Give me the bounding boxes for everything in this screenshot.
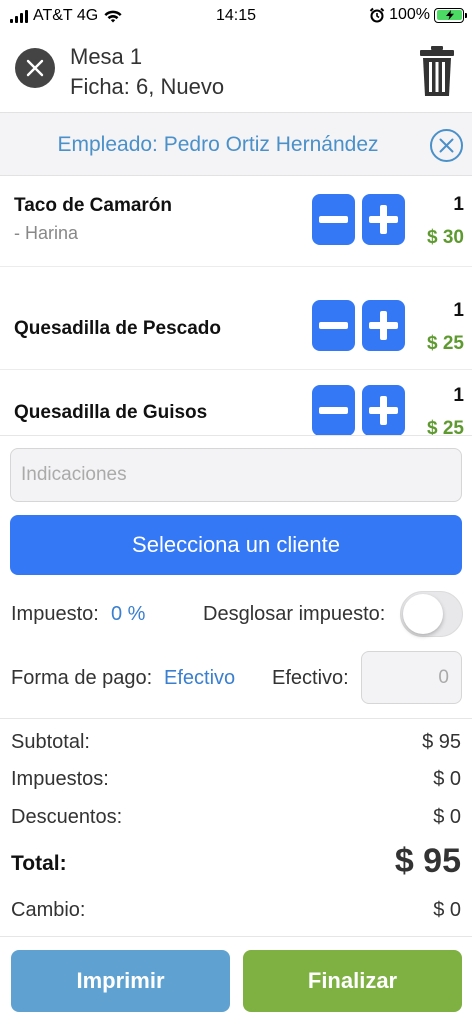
change-value: $ 0 <box>433 899 461 921</box>
discounts-value: $ 0 <box>433 806 461 828</box>
increase-quantity-button[interactable] <box>362 300 405 351</box>
decrease-quantity-button[interactable] <box>312 385 355 435</box>
tax-breakdown-label: Desglosar impuesto: <box>203 603 386 625</box>
tax-breakdown-toggle[interactable] <box>400 591 463 637</box>
notes-input[interactable] <box>10 448 462 502</box>
list-item[interactable]: Quesadilla de Pescado 1 $ 25 <box>0 280 472 370</box>
divider <box>0 718 472 719</box>
employee-label[interactable]: Empleado: Pedro Ortiz Hernández <box>0 133 472 157</box>
item-price: $ 30 <box>427 227 464 248</box>
item-name: Taco de Camarón <box>14 195 173 216</box>
battery-percent: 100% <box>389 6 430 23</box>
status-bar: AT&T 4G 14:15 100% <box>0 0 472 34</box>
tax-label: Impuesto: <box>11 603 99 625</box>
divider <box>0 435 472 436</box>
discounts-label: Descuentos: <box>11 806 123 828</box>
print-button[interactable]: Imprimir <box>11 950 230 1012</box>
taxes-label: Impuestos: <box>11 768 109 790</box>
payment-method-link[interactable]: Efectivo <box>164 667 235 690</box>
decrease-quantity-button[interactable] <box>312 300 355 351</box>
cash-amount-input[interactable] <box>361 651 462 704</box>
item-price: $ 25 <box>427 418 464 435</box>
change-label: Cambio: <box>11 899 86 921</box>
total-value: $ 95 <box>394 842 461 880</box>
item-name: Quesadilla de Pescado <box>14 318 221 339</box>
battery-level <box>436 10 462 20</box>
list-item[interactable]: Taco de Camarón - Harina 1 $ 30 <box>0 177 472 267</box>
total-label: Total: <box>11 852 67 875</box>
list-item[interactable]: Quesadilla de Guisos 1 $ 25 <box>0 365 472 435</box>
table-title: Mesa 1 <box>70 44 143 69</box>
battery-charging-icon <box>434 7 467 23</box>
subtotal-value: $ 95 <box>422 731 461 753</box>
toggle-knob <box>403 594 443 634</box>
close-order-button[interactable] <box>15 48 55 88</box>
increase-quantity-button[interactable] <box>362 194 405 245</box>
select-client-button[interactable]: Selecciona un cliente <box>10 515 462 575</box>
close-icon <box>26 59 44 77</box>
payment-method-label: Forma de pago: <box>11 667 153 689</box>
decrease-quantity-button[interactable] <box>312 194 355 245</box>
remove-employee-button[interactable] <box>430 129 463 162</box>
subtotal-label: Subtotal: <box>11 731 90 753</box>
order-header: Mesa 1 Ficha: 6, Nuevo <box>0 34 472 112</box>
taxes-value: $ 0 <box>433 768 461 790</box>
increase-quantity-button[interactable] <box>362 385 405 435</box>
item-quantity: 1 <box>453 194 464 215</box>
employee-bar: Empleado: Pedro Ortiz Hernández <box>0 112 472 176</box>
item-price: $ 25 <box>427 333 464 354</box>
trash-icon[interactable] <box>420 46 454 96</box>
item-modifier: - Harina <box>14 223 79 243</box>
item-name: Quesadilla de Guisos <box>14 402 208 423</box>
order-items-list[interactable]: Taco de Camarón - Harina 1 $ 30 Quesadil… <box>0 177 472 435</box>
item-quantity: 1 <box>453 385 464 406</box>
tax-value-link[interactable]: 0 % <box>111 603 145 626</box>
divider <box>0 936 472 937</box>
status-right: 100% <box>369 6 467 24</box>
cash-label: Efectivo: <box>272 667 349 689</box>
close-icon <box>439 138 454 153</box>
item-quantity: 1 <box>453 300 464 321</box>
ticket-subtitle: Ficha: 6, Nuevo <box>70 74 225 99</box>
alarm-icon <box>369 7 385 23</box>
finish-button[interactable]: Finalizar <box>243 950 462 1012</box>
